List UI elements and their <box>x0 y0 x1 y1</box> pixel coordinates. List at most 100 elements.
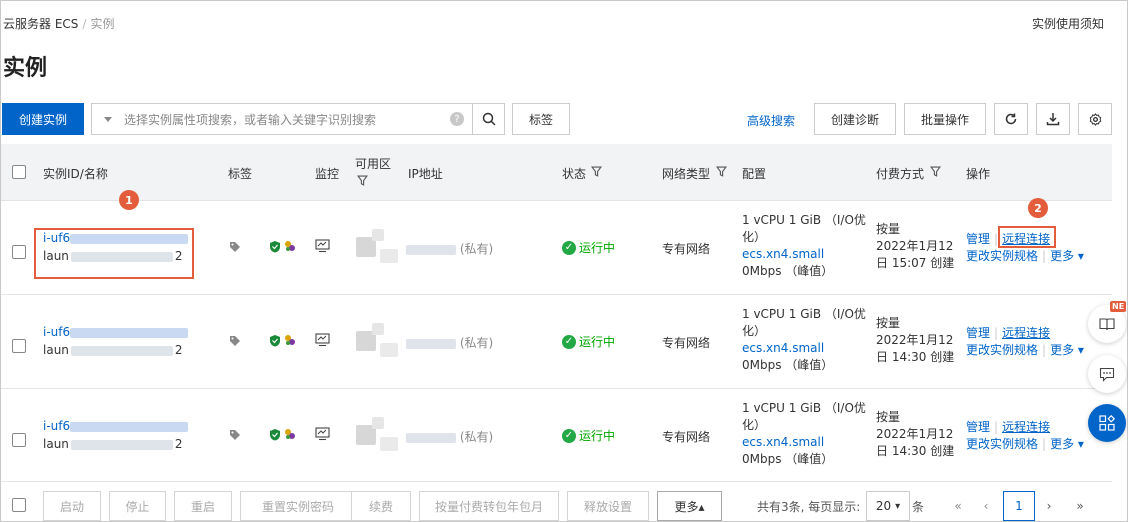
breadcrumb-separator: / <box>82 17 87 31</box>
tag-icon[interactable] <box>229 335 241 347</box>
status-badge: ✓ 运行中 <box>562 239 615 256</box>
zone-filter-icon[interactable] <box>357 175 368 186</box>
row-checkbox[interactable] <box>12 433 26 447</box>
remote-connect-link[interactable]: 远程连接 <box>1002 326 1050 340</box>
tag-icon[interactable] <box>229 241 241 253</box>
column-action: 操作 <box>966 167 991 181</box>
check-circle-icon: ✓ <box>562 334 576 349</box>
instance-config: 1 vCPU 1 GiB （I/O优 化） ecs.xn4.small 0Mbp… <box>742 401 866 466</box>
status-badge: ✓ 运行中 <box>562 333 615 350</box>
manage-link[interactable]: 管理 <box>966 232 990 246</box>
last-page-icon[interactable]: » <box>1072 491 1088 521</box>
instance-config: 1 vCPU 1 GiB （I/O优 化） ecs.xn4.small 0Mbp… <box>742 213 866 278</box>
change-spec-link[interactable]: 更改实例规格 <box>966 343 1038 357</box>
security-status-icon <box>285 335 295 345</box>
network-filter-icon[interactable] <box>716 166 727 177</box>
more-actions-link[interactable]: 更多 ▾ <box>1050 249 1084 263</box>
column-config: 配置 <box>742 167 767 181</box>
breadcrumb-root[interactable]: 云服务器 ECS <box>3 17 78 31</box>
manage-link[interactable]: 管理 <box>966 420 990 434</box>
row-checkbox[interactable] <box>12 245 26 259</box>
instance-type-link[interactable]: ecs.xn4.small <box>742 434 866 451</box>
refresh-button[interactable] <box>994 103 1028 135</box>
create-instance-button[interactable]: 创建实例 <box>2 103 84 135</box>
advanced-search-link[interactable]: 高级搜索 <box>747 112 795 129</box>
monitor-icon[interactable] <box>315 427 330 441</box>
change-spec-link[interactable]: 更改实例规格 <box>966 249 1038 263</box>
chat-icon <box>1099 367 1115 382</box>
highlight-remote-connect-box <box>998 226 1056 248</box>
breadcrumb: 云服务器 ECS / 实例 <box>3 15 114 32</box>
renew-button[interactable]: 续费 <box>351 491 411 521</box>
highlight-instance-box <box>34 228 194 279</box>
convert-billing-button[interactable]: 按量付费转包年包月 <box>419 491 559 521</box>
page-title: 实例 <box>3 56 48 81</box>
change-spec-link[interactable]: 更改实例规格 <box>966 437 1038 451</box>
column-status: 状态 <box>562 167 587 181</box>
feedback-float-button[interactable] <box>1088 355 1126 393</box>
check-circle-icon: ✓ <box>562 428 576 443</box>
current-page[interactable]: 1 <box>1003 491 1035 521</box>
apps-float-button[interactable] <box>1088 404 1126 442</box>
security-status-icon <box>285 429 295 439</box>
restart-button[interactable]: 重启 <box>174 491 232 521</box>
page-size-select[interactable]: 20 ▾ <box>866 491 910 521</box>
ip-address: (私有) <box>406 334 493 351</box>
ip-address: (私有) <box>406 428 493 445</box>
zone-masked <box>356 229 400 265</box>
row-actions: 管理 | 远程连接 更改实例规格 | 更多 ▾ <box>966 326 1084 357</box>
remote-connect-link[interactable]: 远程连接 <box>1002 420 1050 434</box>
start-button[interactable]: 启动 <box>43 491 101 521</box>
batch-action-button[interactable]: 批量操作 <box>904 103 986 135</box>
instance-type-link[interactable]: ecs.xn4.small <box>742 246 866 263</box>
column-network: 网络类型 <box>662 167 711 181</box>
ip-address: (私有) <box>406 240 493 257</box>
zone-masked <box>356 417 400 453</box>
download-button[interactable] <box>1036 103 1070 135</box>
column-id: 实例ID/名称 <box>43 167 108 181</box>
footer-select-all-checkbox[interactable] <box>12 498 26 512</box>
tag-filter-button[interactable]: 标签 <box>512 103 570 135</box>
more-actions-link[interactable]: 更多 ▾ <box>1050 437 1084 451</box>
release-settings-button[interactable]: 释放设置 <box>567 491 649 521</box>
search-button[interactable] <box>472 103 505 135</box>
book-icon <box>1099 318 1115 331</box>
network-type: 专有网络 <box>662 430 711 444</box>
first-page-icon[interactable]: « <box>950 491 966 521</box>
row-checkbox[interactable] <box>12 339 26 353</box>
billing-info: 按量 2022年1月12 日 14:30 创建 <box>876 316 955 364</box>
billing-info: 按量 2022年1月12 日 15:07 创建 <box>876 222 955 270</box>
help-icon[interactable]: ? <box>450 112 464 126</box>
prev-page-icon[interactable]: ‹ <box>978 491 994 521</box>
manage-link[interactable]: 管理 <box>966 326 990 340</box>
search-placeholder: 选择实例属性项搜索，或者输入关键字识别搜索 <box>124 112 377 127</box>
settings-button[interactable] <box>1078 103 1112 135</box>
callout-1: 1 <box>119 190 139 210</box>
network-type: 专有网络 <box>662 242 711 256</box>
column-monitor: 监控 <box>315 167 340 181</box>
usage-notice-link[interactable]: 实例使用须知 <box>1032 15 1104 32</box>
instance-id-link[interactable]: i-uf6 <box>43 419 189 433</box>
reset-password-button[interactable]: 重置实例密码 <box>240 491 356 521</box>
create-diagnosis-button[interactable]: 创建诊断 <box>814 103 896 135</box>
instance-name: laun 2 <box>43 343 183 357</box>
instance-type-link[interactable]: ecs.xn4.small <box>742 340 866 357</box>
more-actions-link[interactable]: 更多 ▾ <box>1050 343 1084 357</box>
page-size-value: 20 <box>875 499 892 513</box>
chevron-down-icon[interactable] <box>104 116 112 122</box>
search-input[interactable]: 选择实例属性项搜索，或者输入关键字识别搜索 ? <box>91 103 473 135</box>
monitor-icon[interactable] <box>315 239 330 253</box>
instance-id-link[interactable]: i-uf6 <box>43 325 189 339</box>
next-page-icon[interactable]: › <box>1041 491 1057 521</box>
pagination-summary: 共有3条, 每页显示: <box>757 499 861 514</box>
stop-button[interactable]: 停止 <box>109 491 166 521</box>
footer-more-button[interactable]: 更多▴ <box>657 491 722 521</box>
billing-filter-icon[interactable] <box>930 166 941 177</box>
select-all-checkbox[interactable] <box>12 165 26 179</box>
status-filter-icon[interactable] <box>591 166 602 177</box>
page-size-unit: 条 <box>912 499 925 514</box>
column-billing: 付费方式 <box>876 167 925 181</box>
monitor-icon[interactable] <box>315 333 330 347</box>
tag-icon[interactable] <box>229 429 241 441</box>
network-type: 专有网络 <box>662 336 711 350</box>
